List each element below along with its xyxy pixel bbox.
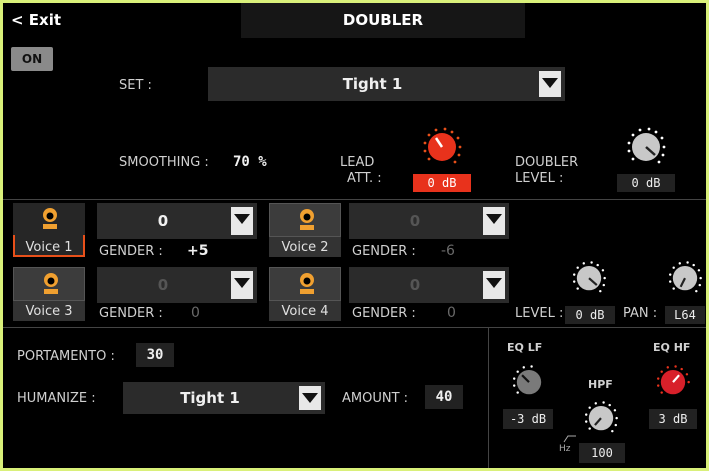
eq-lf-value[interactable]: -3 dB (503, 409, 553, 429)
doubler-level-value[interactable]: 0 dB (617, 174, 675, 192)
doubler-level-knob[interactable] (623, 125, 669, 171)
voice-3-dropdown[interactable]: 0 (97, 267, 257, 303)
doubler-level-label-line1: DOUBLER (515, 155, 579, 170)
knob-dial-icon (627, 127, 666, 164)
voice-1-button[interactable]: Voice 1 (13, 203, 85, 257)
lead-att-label: LEAD ATT. : (340, 155, 382, 187)
smoothing-value[interactable]: 70 % (233, 154, 267, 170)
knob-dial-icon (513, 365, 542, 395)
humanize-value: Tight 1 (180, 389, 240, 407)
voice-2-gender-value[interactable]: -6 (441, 243, 455, 259)
voice-1-value: 0 (157, 212, 169, 230)
hpf-knob[interactable] (581, 399, 621, 439)
eq-lf-label: EQ LF (507, 341, 543, 354)
voice-icon-box (269, 203, 341, 237)
voice-label: Voice 1 (25, 240, 73, 255)
voice-3-gender-value[interactable]: 0 (191, 305, 200, 321)
eq-hf-value[interactable]: 3 dB (649, 409, 697, 429)
divider (3, 327, 706, 328)
voice-label: Voice 2 (281, 240, 329, 255)
humanize-dropdown[interactable]: Tight 1 (123, 382, 325, 414)
pan-knob[interactable] (665, 259, 705, 299)
chevron-down-icon[interactable] (483, 271, 505, 299)
voice-icon-box (269, 267, 341, 301)
doubler-panel: < Exit DOUBLER ON SET : Tight 1 SMOOTHIN… (0, 0, 709, 471)
portamento-label: PORTAMENTO : (17, 349, 115, 364)
voice-3-value: 0 (157, 276, 169, 294)
eq-hf-label: EQ HF (653, 341, 691, 354)
page-title: DOUBLER (241, 3, 525, 38)
eq-lf-knob[interactable] (509, 363, 549, 403)
chevron-down-icon[interactable] (299, 386, 321, 410)
voice-label: Voice 4 (281, 304, 329, 319)
divider (3, 199, 706, 200)
hpf-label: HPF (588, 378, 613, 391)
header-bar: < Exit DOUBLER (3, 3, 706, 38)
voice-head-icon (300, 273, 314, 294)
exit-button[interactable]: < Exit (11, 3, 61, 38)
voice-head-icon (300, 209, 314, 230)
gender-label: GENDER : (99, 244, 163, 259)
voice-icon-box (13, 203, 85, 235)
voice-4-gender-value[interactable]: 0 (447, 305, 456, 321)
gender-label: GENDER : (99, 306, 163, 321)
doubler-level-label-line2: LEVEL : (515, 171, 564, 186)
gender-label: GENDER : (352, 244, 416, 259)
lead-att-label-line1: LEAD (340, 155, 375, 170)
gender-label: GENDER : (352, 306, 416, 321)
amount-label: AMOUNT : (342, 391, 409, 406)
set-value: Tight 1 (342, 75, 403, 93)
amount-value[interactable]: 40 (425, 385, 463, 409)
voice-head-icon (43, 208, 57, 229)
lead-att-label-line2: ATT. : (347, 171, 382, 186)
voice-head-icon (44, 273, 58, 294)
pan-value[interactable]: L64 (665, 306, 705, 324)
portamento-value[interactable]: 30 (136, 343, 174, 367)
set-label: SET : (119, 78, 152, 93)
voice-2-dropdown[interactable]: 0 (349, 203, 509, 239)
divider (488, 327, 489, 468)
pan-label: PAN : (623, 306, 658, 321)
voice-1-gender-value[interactable]: +5 (187, 243, 208, 259)
chevron-down-icon[interactable] (539, 71, 561, 97)
highpass-curve-icon (563, 435, 576, 443)
lead-att-value[interactable]: 0 dB (413, 174, 471, 192)
level-label: LEVEL : (515, 306, 564, 321)
knob-dial-icon (585, 401, 618, 433)
eq-hf-knob[interactable] (653, 363, 693, 403)
hpf-unit-label: Hz (559, 444, 571, 454)
level-knob[interactable] (569, 259, 609, 299)
voice-label: Voice 3 (25, 304, 73, 319)
lead-att-knob[interactable] (419, 125, 465, 171)
voice-2-value: 0 (409, 212, 421, 230)
knob-dial-icon (423, 127, 462, 164)
voice-1-dropdown[interactable]: 0 (97, 203, 257, 239)
knob-dial-icon (669, 261, 702, 293)
hpf-value[interactable]: 100 (579, 443, 625, 463)
chevron-down-icon[interactable] (231, 207, 253, 235)
knob-dial-icon (573, 261, 606, 293)
knob-dial-icon (657, 365, 690, 395)
level-value[interactable]: 0 dB (565, 306, 615, 324)
voice-4-value: 0 (409, 276, 421, 294)
chevron-down-icon[interactable] (483, 207, 505, 235)
voice-4-dropdown[interactable]: 0 (349, 267, 509, 303)
voice-4-button[interactable]: Voice 4 (269, 267, 341, 321)
smoothing-label: SMOOTHING : (119, 155, 209, 170)
humanize-label: HUMANIZE : (17, 391, 96, 406)
doubler-level-label: DOUBLER LEVEL : (515, 155, 578, 187)
voice-2-button[interactable]: Voice 2 (269, 203, 341, 257)
voice-icon-box (13, 267, 85, 301)
on-button[interactable]: ON (11, 47, 53, 71)
voice-3-button[interactable]: Voice 3 (13, 267, 85, 321)
chevron-down-icon[interactable] (231, 271, 253, 299)
set-dropdown[interactable]: Tight 1 (208, 67, 565, 101)
